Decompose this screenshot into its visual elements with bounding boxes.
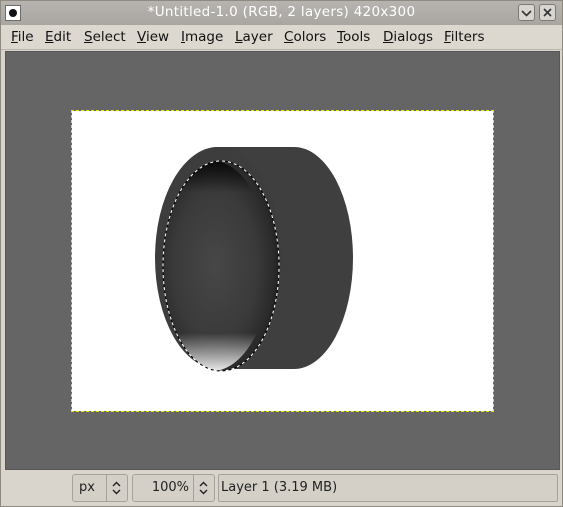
- menu-bar: File Edit Select View Image Layer Colors…: [1, 25, 562, 50]
- layer-boundary-highlight: [71, 110, 494, 412]
- status-message-area: Layer 1 (3.19 MB): [218, 474, 558, 502]
- status-message: Layer 1 (3.19 MB): [221, 480, 338, 495]
- menu-tools[interactable]: Tools: [337, 29, 370, 45]
- menu-select[interactable]: Select: [84, 29, 126, 45]
- menu-image[interactable]: Image: [181, 29, 223, 45]
- menu-edit[interactable]: Edit: [45, 29, 71, 45]
- menu-dialogs[interactable]: Dialogs: [383, 29, 433, 45]
- minimize-button[interactable]: [518, 4, 535, 21]
- zoom-value: 100%: [151, 480, 189, 495]
- zoom-spinner[interactable]: [193, 475, 214, 501]
- menu-file[interactable]: File: [11, 29, 34, 45]
- title-bar[interactable]: *Untitled-1.0 (RGB, 2 layers) 420x300: [1, 1, 562, 26]
- menu-filters[interactable]: Filters: [444, 29, 484, 45]
- menu-view[interactable]: View: [137, 29, 169, 45]
- menu-colors[interactable]: Colors: [284, 29, 326, 45]
- minimize-icon: [521, 10, 532, 17]
- status-bar: px 100% Layer 1 (3.19 MB): [1, 471, 562, 506]
- unit-spinner-icon: [112, 481, 121, 495]
- image-canvas[interactable]: [71, 110, 494, 412]
- unit-value: px: [79, 480, 95, 495]
- close-button[interactable]: [539, 4, 556, 21]
- image-window: *Untitled-1.0 (RGB, 2 layers) 420x300 Fi…: [0, 0, 563, 507]
- zoom-spinner-icon: [199, 481, 208, 495]
- menu-layer[interactable]: Layer: [235, 29, 273, 45]
- unit-spinner[interactable]: [106, 475, 127, 501]
- canvas-area[interactable]: [5, 51, 560, 470]
- zoom-select[interactable]: 100%: [132, 474, 215, 502]
- window-title: *Untitled-1.0 (RGB, 2 layers) 420x300: [147, 4, 416, 20]
- close-icon: [543, 8, 552, 17]
- unit-select[interactable]: px: [72, 474, 128, 502]
